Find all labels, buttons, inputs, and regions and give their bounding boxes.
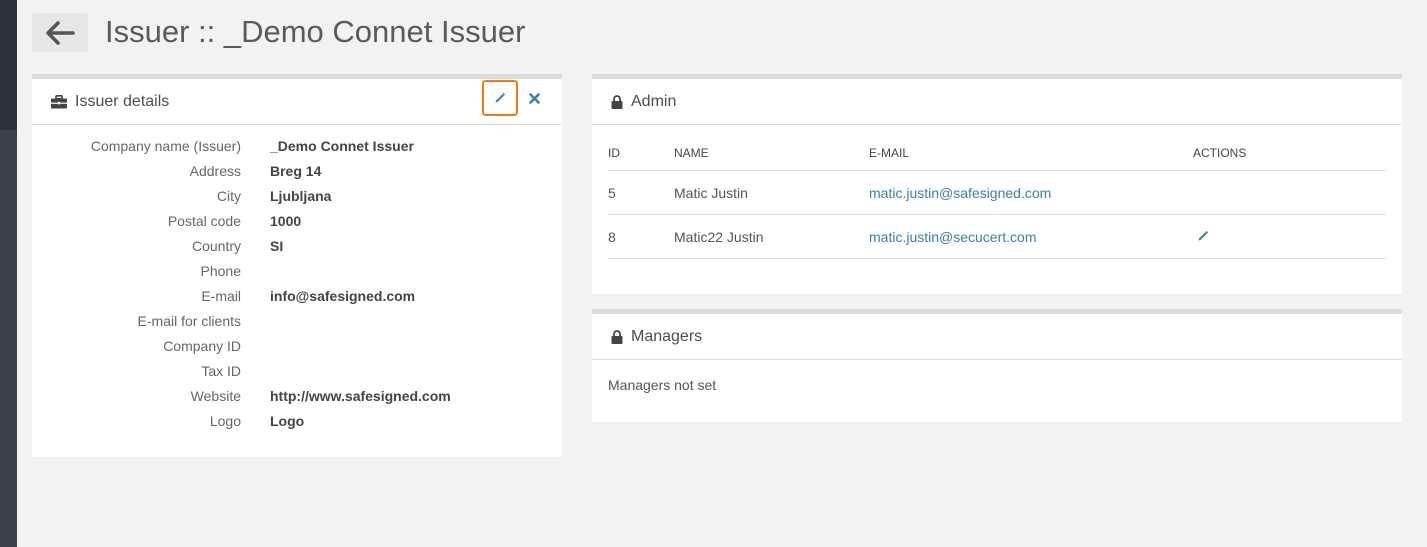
detail-row-website: Website http://www.safesigned.com bbox=[32, 383, 562, 408]
detail-label: Company ID bbox=[163, 337, 241, 354]
page-title: Issuer :: _Demo Connet Issuer bbox=[105, 14, 526, 49]
pencil-icon bbox=[1198, 230, 1209, 240]
pencil-icon bbox=[495, 92, 506, 103]
cell-actions bbox=[1193, 170, 1386, 215]
col-header-name[interactable]: NAME bbox=[674, 136, 869, 171]
detail-row-postal-code: Postal code 1000 bbox=[32, 208, 562, 233]
detail-row-company-id: Company ID bbox=[32, 333, 562, 358]
managers-header: Managers bbox=[592, 314, 1402, 360]
close-icon bbox=[528, 92, 540, 104]
detail-label: Address bbox=[189, 162, 241, 179]
col-header-actions: ACTIONS bbox=[1193, 136, 1386, 171]
detail-value: Logo bbox=[270, 412, 305, 429]
admin-table-header: ID NAME E-MAIL ACTIONS bbox=[608, 136, 1386, 171]
detail-value: 1000 bbox=[270, 212, 302, 229]
detail-row-email-clients: E-mail for clients bbox=[32, 308, 562, 333]
detail-label: City bbox=[216, 187, 241, 204]
detail-label: Country bbox=[191, 237, 241, 254]
detail-label: Postal code bbox=[167, 212, 241, 229]
cell-id: 8 bbox=[608, 214, 674, 259]
detail-row-address: Address Breg 14 bbox=[32, 158, 562, 183]
detail-value: info@safesigned.com bbox=[270, 287, 416, 304]
admin-title: Admin bbox=[631, 92, 677, 110]
issuer-details-panel: Issuer details Company name (Issuer) _De… bbox=[32, 74, 562, 457]
admin-panel: Admin ID NAME E-MAIL ACTIONS 5 Matic Jus… bbox=[592, 74, 1402, 294]
detail-row-email: E-mail info@safesigned.com bbox=[32, 283, 562, 308]
issuer-details-actions bbox=[482, 80, 542, 116]
managers-title: Managers bbox=[631, 327, 703, 345]
detail-row-city: City Ljubljana bbox=[32, 183, 562, 208]
detail-value: http://www.safesigned.com bbox=[270, 387, 451, 404]
detail-label: Phone bbox=[200, 262, 241, 279]
left-rail bbox=[0, 0, 17, 547]
issuer-details-header: Issuer details bbox=[32, 79, 562, 125]
cell-name: Matic22 Justin bbox=[674, 214, 869, 259]
admin-table: ID NAME E-MAIL ACTIONS 5 Matic Justin ma… bbox=[608, 136, 1386, 259]
admin-header: Admin bbox=[592, 79, 1402, 125]
detail-row-phone: Phone bbox=[32, 258, 562, 283]
arrow-left-icon bbox=[46, 20, 75, 45]
detail-value: SI bbox=[270, 237, 284, 254]
detail-value: _Demo Connet Issuer bbox=[270, 137, 414, 154]
edit-issuer-button[interactable] bbox=[482, 80, 518, 116]
lock-icon bbox=[611, 329, 623, 344]
cell-name: Matic Justin bbox=[674, 170, 869, 215]
table-row: 5 Matic Justin matic.justin@safesigned.c… bbox=[608, 170, 1386, 215]
issuer-details-title: Issuer details bbox=[75, 92, 170, 110]
left-rail-top bbox=[0, 0, 17, 130]
detail-label: Website bbox=[190, 387, 241, 404]
cell-email-link[interactable]: matic.justin@secucert.com bbox=[869, 214, 1193, 259]
col-header-email[interactable]: E-MAIL bbox=[869, 136, 1193, 171]
cell-id: 5 bbox=[608, 170, 674, 215]
detail-label: E-mail bbox=[201, 287, 241, 304]
detail-row-country: Country SI bbox=[32, 233, 562, 258]
detail-label: Logo bbox=[209, 412, 241, 429]
detail-label: Tax ID bbox=[201, 362, 241, 379]
close-issuer-button[interactable] bbox=[526, 90, 542, 106]
managers-panel: Managers Managers not set bbox=[592, 309, 1402, 422]
edit-admin-button[interactable] bbox=[1197, 229, 1209, 245]
briefcase-icon bbox=[51, 94, 67, 108]
back-button[interactable] bbox=[32, 13, 88, 52]
managers-empty-text: Managers not set bbox=[608, 377, 717, 393]
detail-value: Ljubljana bbox=[270, 187, 332, 204]
detail-row-company-name: Company name (Issuer) _Demo Connet Issue… bbox=[32, 133, 562, 158]
detail-label: Company name (Issuer) bbox=[90, 137, 241, 154]
col-header-id[interactable]: ID bbox=[608, 136, 674, 171]
issuer-details-list: Company name (Issuer) _Demo Connet Issue… bbox=[32, 125, 562, 433]
cell-email-link[interactable]: matic.justin@safesigned.com bbox=[869, 170, 1193, 215]
detail-value: Breg 14 bbox=[270, 162, 322, 179]
detail-row-logo: Logo Logo bbox=[32, 408, 562, 433]
detail-label: E-mail for clients bbox=[137, 312, 241, 329]
cell-actions bbox=[1193, 214, 1386, 259]
detail-row-tax-id: Tax ID bbox=[32, 358, 562, 383]
lock-icon bbox=[611, 94, 623, 109]
table-row: 8 Matic22 Justin matic.justin@secucert.c… bbox=[608, 214, 1386, 259]
